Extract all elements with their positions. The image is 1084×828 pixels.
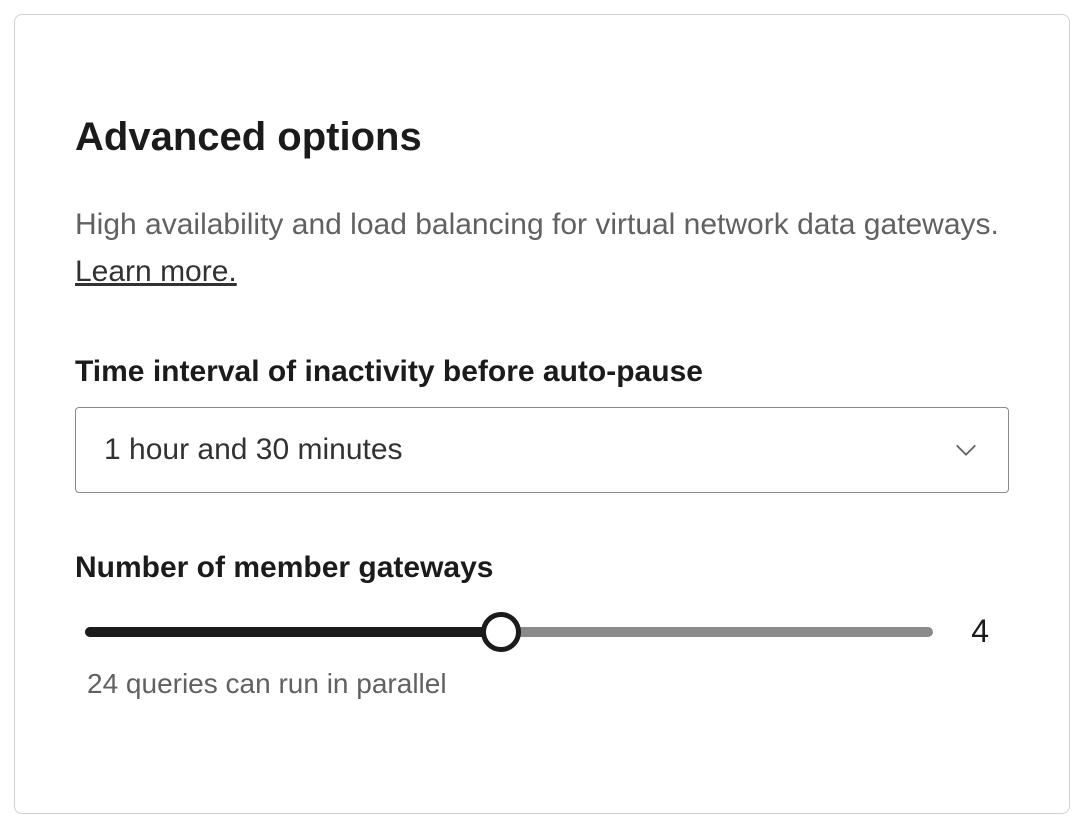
time-interval-field: Time interval of inactivity before auto-… [75, 355, 1009, 493]
time-interval-label: Time interval of inactivity before auto-… [75, 355, 1009, 389]
time-interval-selected: 1 hour and 30 minutes [104, 433, 403, 467]
member-gateways-value: 4 [969, 613, 1009, 650]
member-gateways-slider-row: 4 [75, 613, 1009, 650]
member-gateways-label: Number of member gateways [75, 551, 1009, 585]
section-heading: Advanced options [75, 115, 1009, 160]
description-text: High availability and load balancing for… [75, 208, 999, 241]
slider-fill [85, 627, 501, 637]
chevron-down-icon [952, 436, 980, 464]
member-gateways-field: Number of member gateways 4 24 queries c… [75, 551, 1009, 700]
learn-more-link[interactable]: Learn more. [75, 255, 237, 288]
time-interval-dropdown[interactable]: 1 hour and 30 minutes [75, 407, 1009, 493]
member-gateways-hint: 24 queries can run in parallel [87, 668, 1009, 700]
slider-thumb[interactable] [481, 612, 521, 652]
advanced-options-panel: Advanced options High availability and l… [14, 14, 1070, 814]
member-gateways-slider[interactable] [85, 627, 933, 637]
section-description: High availability and load balancing for… [75, 202, 1009, 295]
